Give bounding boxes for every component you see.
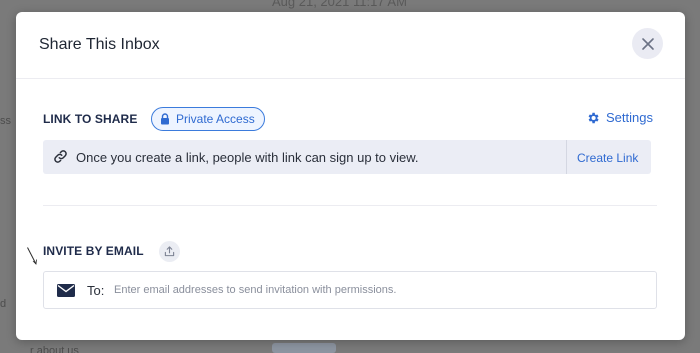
email-input[interactable] xyxy=(114,280,634,300)
background-button xyxy=(272,343,336,353)
divider xyxy=(566,140,567,174)
link-icon xyxy=(54,150,67,163)
gear-icon xyxy=(588,112,599,123)
settings-button[interactable]: Settings xyxy=(586,110,653,125)
mail-icon xyxy=(57,284,75,297)
mouse-cursor-icon xyxy=(27,247,37,265)
background-text: ss xyxy=(0,115,11,127)
dialog-header: Share This Inbox xyxy=(16,12,685,79)
share-upload-icon xyxy=(164,246,175,257)
share-link-info-text: Once you create a link, people with link… xyxy=(76,150,419,165)
invite-by-email-heading: INVITE BY EMAIL xyxy=(43,244,144,258)
background-text: r about us xyxy=(30,345,79,353)
create-link-button[interactable]: Create Link xyxy=(577,151,638,165)
background-timestamp: Aug 21, 2021 11:17 AM xyxy=(272,0,407,9)
share-link-bar: Once you create a link, people with link… xyxy=(43,140,651,174)
share-inbox-dialog: Share This Inbox LINK TO SHARE Private A… xyxy=(16,12,685,340)
lock-icon xyxy=(161,113,169,125)
settings-label: Settings xyxy=(606,110,653,125)
dialog-title: Share This Inbox xyxy=(39,36,160,53)
section-divider xyxy=(43,205,657,206)
close-icon xyxy=(641,37,654,50)
link-to-share-heading: LINK TO SHARE xyxy=(43,112,138,126)
badge-label: Private Access xyxy=(176,112,255,126)
invite-email-field[interactable]: To: xyxy=(43,271,657,309)
upload-contacts-button[interactable] xyxy=(159,241,180,262)
background-text: d xyxy=(0,298,7,310)
to-label: To: xyxy=(87,283,105,298)
private-access-badge: Private Access xyxy=(151,107,265,131)
close-button[interactable] xyxy=(632,28,663,59)
